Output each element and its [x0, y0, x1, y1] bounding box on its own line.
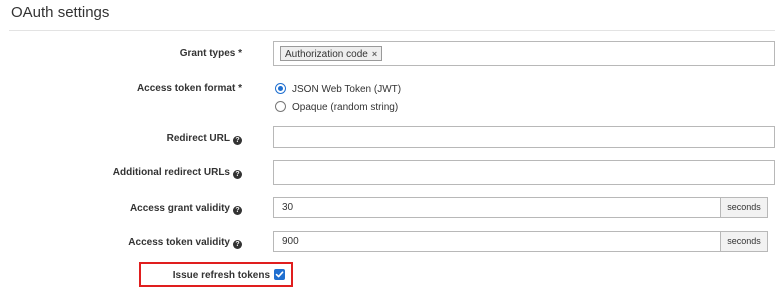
issue-refresh-tokens-label: Issue refresh tokens	[172, 270, 270, 281]
grant-type-chip: Authorization code ×	[280, 46, 383, 62]
redirect-url-label: Redirect URL?	[167, 133, 242, 145]
radio-jwt[interactable]	[275, 83, 286, 94]
help-icon[interactable]: ?	[233, 206, 242, 215]
remove-chip-icon[interactable]: ×	[372, 47, 377, 62]
access-token-validity-value: 900	[282, 236, 299, 247]
radio-opaque[interactable]	[275, 101, 286, 112]
access-grant-validity-unit: seconds	[720, 197, 768, 218]
additional-redirect-urls-input[interactable]	[273, 160, 775, 185]
access-token-validity-label: Access token validity?	[128, 237, 242, 249]
help-icon[interactable]: ?	[233, 240, 242, 249]
grant-types-label: Grant types *	[179, 48, 242, 59]
help-icon[interactable]: ?	[233, 170, 242, 179]
access-grant-validity-value: 30	[282, 202, 294, 213]
section-title: OAuth settings	[11, 4, 110, 21]
section-divider	[9, 30, 775, 31]
redirect-url-input[interactable]	[273, 126, 775, 148]
access-token-validity-input[interactable]: 900	[273, 231, 721, 252]
access-token-validity-label-text: Access token validity	[128, 237, 230, 248]
access-token-validity-unit: seconds	[720, 231, 768, 252]
additional-redirect-urls-label: Additional redirect URLs?	[113, 167, 242, 179]
radio-opaque-option[interactable]: Opaque (random string)	[275, 101, 398, 113]
grant-type-chip-label: Authorization code	[285, 49, 368, 60]
access-grant-validity-label: Access grant validity?	[130, 203, 242, 215]
redirect-url-label-text: Redirect URL	[166, 133, 230, 144]
radio-opaque-label: Opaque (random string)	[292, 102, 399, 113]
checkmark-icon	[275, 271, 284, 278]
access-token-format-label: Access token format *	[136, 83, 242, 94]
additional-redirect-urls-label-text: Additional redirect URLs	[112, 167, 230, 178]
radio-jwt-label: JSON Web Token (JWT)	[292, 84, 402, 95]
access-grant-validity-input[interactable]: 30	[273, 197, 721, 218]
help-icon[interactable]: ?	[233, 136, 242, 145]
radio-jwt-option[interactable]: JSON Web Token (JWT)	[275, 83, 401, 95]
access-grant-validity-label-text: Access grant validity	[129, 203, 230, 214]
issue-refresh-tokens-checkbox[interactable]	[274, 269, 285, 280]
grant-types-select[interactable]: Authorization code ×	[273, 41, 775, 66]
